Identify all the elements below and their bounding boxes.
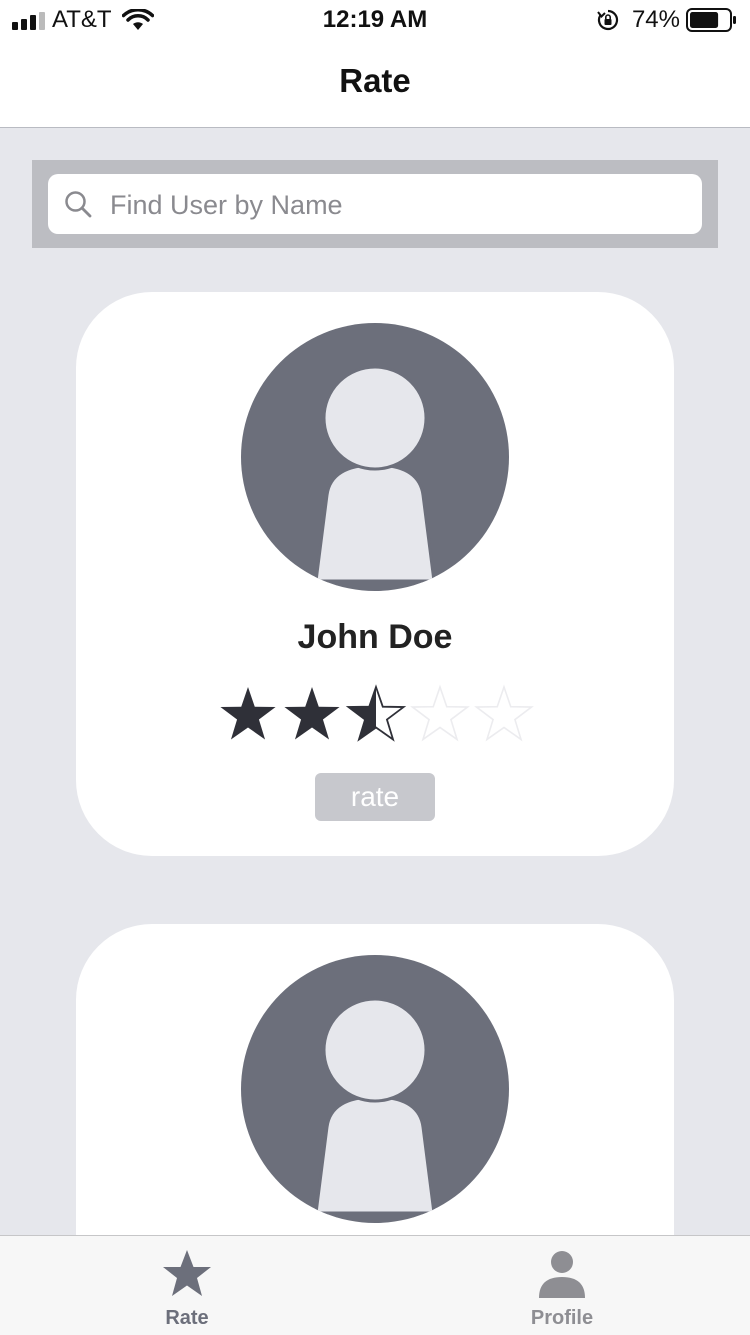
user-name: John Doe bbox=[297, 618, 453, 656]
rate-button[interactable]: rate bbox=[315, 773, 435, 821]
search-icon bbox=[65, 191, 92, 218]
star-icon bbox=[163, 1250, 211, 1296]
search-field[interactable] bbox=[48, 174, 702, 234]
page-title: Rate bbox=[339, 62, 411, 99]
tab-label: Rate bbox=[165, 1307, 209, 1329]
user-card: John Doe rate bbox=[76, 292, 674, 856]
star-1[interactable] bbox=[220, 687, 276, 740]
search-input[interactable] bbox=[108, 182, 692, 228]
battery-percent: 74% bbox=[631, 6, 680, 33]
search-bar bbox=[32, 160, 718, 248]
avatar-placeholder-icon bbox=[241, 323, 509, 591]
tab-bar: Rate Profile bbox=[0, 1235, 750, 1335]
person-icon bbox=[539, 1251, 585, 1298]
star-3[interactable] bbox=[345, 684, 407, 742]
tab-label: Profile bbox=[530, 1307, 594, 1329]
star-4[interactable] bbox=[410, 684, 470, 742]
star-rating[interactable] bbox=[216, 684, 536, 744]
rotation-lock-icon bbox=[597, 9, 619, 31]
tab-rate[interactable]: Rate bbox=[87, 1236, 287, 1335]
star-5[interactable] bbox=[474, 684, 534, 742]
navigation-bar: Rate bbox=[0, 40, 750, 128]
avatar-placeholder-icon bbox=[241, 955, 509, 1223]
battery-icon bbox=[686, 8, 736, 32]
star-2[interactable] bbox=[284, 687, 340, 740]
status-bar: AT&T 12:19 AM 74% bbox=[0, 0, 750, 40]
tab-profile[interactable]: Profile bbox=[462, 1236, 662, 1335]
